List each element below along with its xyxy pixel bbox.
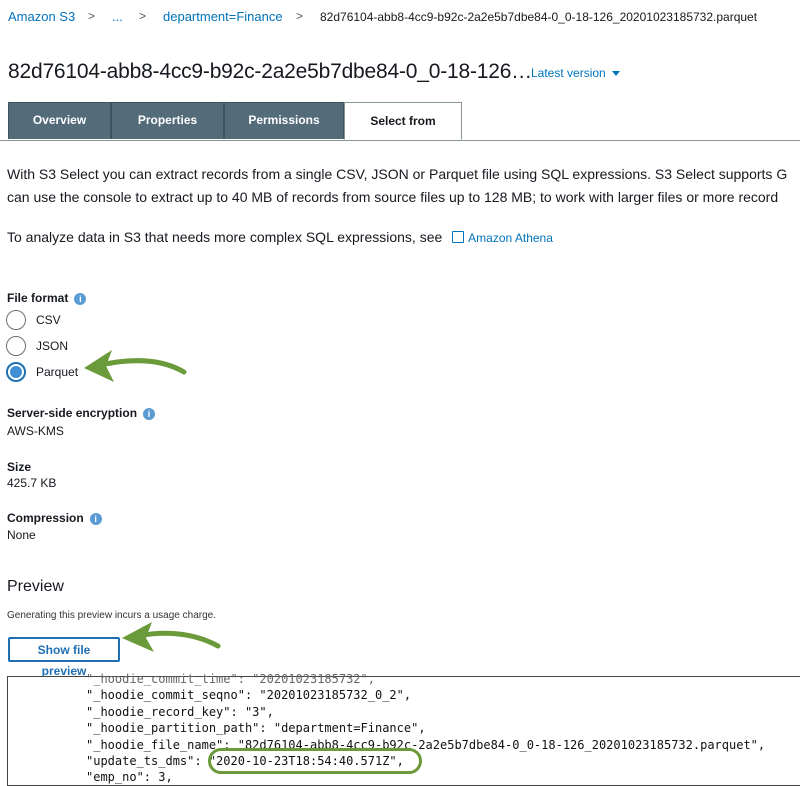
code-line: "_hoodie_file_name": "82d76104-abb8-4cc9… <box>86 738 766 752</box>
highlight-annotation <box>208 748 422 774</box>
annotation-arrow-icon <box>122 622 221 652</box>
code-line: "_hoodie_commit_seqno": "20201023185732_… <box>86 688 412 702</box>
code-line: "_hoodie_record_key": "3", <box>86 705 274 719</box>
code-line: "_hoodie_partition_path": "department=Fi… <box>86 721 426 735</box>
code-line: "emp_no": 3, <box>86 770 173 784</box>
code-line: "_hoodie_commit_time": "20201023185732", <box>86 672 375 686</box>
